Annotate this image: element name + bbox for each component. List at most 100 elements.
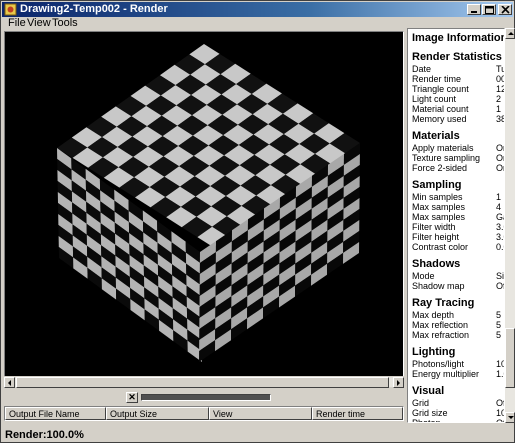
info-row-label: Texture sampling <box>412 153 481 163</box>
cancel-x-icon: ✕ <box>128 392 136 402</box>
minimize-button[interactable] <box>467 4 481 15</box>
section-heading: Sampling <box>412 179 462 191</box>
info-row-label: Render time <box>412 74 462 84</box>
info-row: Filter height 3.0 <box>412 232 504 242</box>
info-row-value: 00 <box>496 74 504 84</box>
info-row: Grid size 10 <box>412 408 504 418</box>
render-progress-bar <box>141 394 271 401</box>
arrow-down-icon <box>508 416 514 419</box>
info-section: Materials Apply materials Or Texture sampli… <box>412 130 505 173</box>
info-section: VisualGridOfGrid size10PhotonOfSamplesOf <box>412 385 505 423</box>
info-row-value: 12 <box>496 84 504 94</box>
info-row-value: 5 <box>496 330 502 340</box>
render-progress-area: ✕ <box>4 389 404 403</box>
info-row-label: Grid <box>412 398 430 408</box>
column-render-time[interactable]: Render time <box>312 407 403 420</box>
info-row-value: Ga <box>496 212 504 222</box>
info-row-value: 10 <box>496 408 504 418</box>
render-app-icon <box>4 3 17 16</box>
info-row-label: Triangle count <box>412 84 469 94</box>
info-row-label: Energy multiplier <box>412 369 480 379</box>
cancel-render-button[interactable]: ✕ <box>126 392 138 403</box>
info-row: Filter width 3.0 <box>412 222 504 232</box>
info-row-label: Contrast color <box>412 242 469 252</box>
section-heading: Ray Tracing <box>412 297 475 309</box>
render-viewport <box>4 31 404 386</box>
maximize-button[interactable] <box>482 4 496 15</box>
info-row-label: Photon <box>412 418 441 423</box>
info-vertical-scrollbar[interactable] <box>505 28 515 423</box>
section-heading: Visual <box>412 385 445 397</box>
info-row: Material count 1 <box>412 104 504 114</box>
info-row: Triangle count 12 <box>412 84 504 94</box>
column-view[interactable]: View <box>209 407 312 420</box>
menu-tools[interactable]: Tools <box>52 17 78 30</box>
info-row-label: Memory used <box>412 114 467 124</box>
info-row: Max reflection 5 <box>412 320 504 330</box>
column-output-file-name[interactable]: Output File Name <box>5 407 106 420</box>
status-bar: Render:100.0% <box>2 428 513 442</box>
info-row: Contrast color 0.0 <box>412 242 504 252</box>
render-window: Drawing2-Temp002 - Render File View Tool… <box>0 0 515 443</box>
info-row: Apply materials Or <box>412 143 505 153</box>
menu-view[interactable]: View <box>27 17 51 30</box>
horizontal-scroll-thumb[interactable] <box>16 377 389 388</box>
scroll-down-button[interactable] <box>505 412 515 423</box>
info-row-value: 5 <box>496 310 502 320</box>
info-row-label: Grid size <box>412 408 448 418</box>
info-row-label: Max reflection <box>412 320 469 330</box>
info-row: Max samples Ga <box>412 212 504 222</box>
info-row-value: Or <box>496 163 505 173</box>
close-button[interactable] <box>498 4 512 15</box>
info-row: Memory used 38 <box>412 114 504 124</box>
info-row: Date Tu <box>412 64 504 74</box>
info-row: Energy multiplier 1.0 <box>412 369 504 379</box>
arrow-right-icon <box>397 380 400 386</box>
info-row-label: Filter width <box>412 222 456 232</box>
info-row-value: Sir <box>496 271 505 281</box>
vertical-scroll-thumb[interactable] <box>505 328 515 388</box>
column-output-size[interactable]: Output Size <box>106 407 209 420</box>
info-row: Grid Of <box>412 398 505 408</box>
info-row-value: 4 <box>496 202 502 212</box>
scroll-up-button[interactable] <box>505 28 515 39</box>
info-row-value: 5 <box>496 320 502 330</box>
info-row-value: 0.0 <box>496 242 504 252</box>
info-row-label: Light count <box>412 94 457 104</box>
info-row-label: Shadow map <box>412 281 465 291</box>
arrow-left-icon <box>8 380 11 386</box>
info-row-value: Of <box>496 281 505 291</box>
info-row-label: Mode <box>412 271 435 281</box>
viewport-horizontal-scrollbar[interactable] <box>4 376 404 388</box>
info-row-label: Date <box>412 64 432 74</box>
info-row: Photon Of <box>412 418 505 423</box>
info-row-label: Max refraction <box>412 330 470 340</box>
info-row-value: Of <box>496 418 505 423</box>
render-progress-fill <box>142 395 270 400</box>
info-row-label: Min samples <box>412 192 463 202</box>
scroll-right-button[interactable] <box>393 377 404 388</box>
info-section: LightingPhotons/light10Energy multiplier… <box>412 346 504 379</box>
info-row-value: 1 <box>496 104 502 114</box>
menu-file[interactable]: File <box>8 17 26 30</box>
section-heading: Render Statistics <box>412 51 502 63</box>
info-row: Mode Sir <box>412 271 505 281</box>
panel-title: Image Information <box>412 32 505 44</box>
title-bar[interactable]: Drawing2-Temp002 - Render <box>2 2 513 17</box>
info-row: Max depth 5 <box>412 310 504 320</box>
info-row-label: Photons/light <box>412 359 465 369</box>
section-heading: Materials <box>412 130 460 142</box>
info-section: Sampling Min samples 1 Max samples 4 Max samp… <box>412 179 504 252</box>
info-row-label: Filter height <box>412 232 460 242</box>
info-row-value: Of <box>496 398 505 408</box>
info-row-label: Max depth <box>412 310 455 320</box>
scroll-left-button[interactable] <box>4 377 15 388</box>
info-row: Shadow map Of <box>412 281 505 291</box>
info-row-value: Or <box>496 143 505 153</box>
info-row-label: Force 2-sided <box>412 163 468 173</box>
maximize-icon <box>485 6 494 14</box>
render-history-table: Output File Name Output Size View Render… <box>4 406 404 421</box>
info-row: Max refraction 5 <box>412 330 504 340</box>
info-row: Min samples 1 <box>412 192 504 202</box>
info-section: ShadowsMode Sir Shadow map Of <box>412 258 505 291</box>
